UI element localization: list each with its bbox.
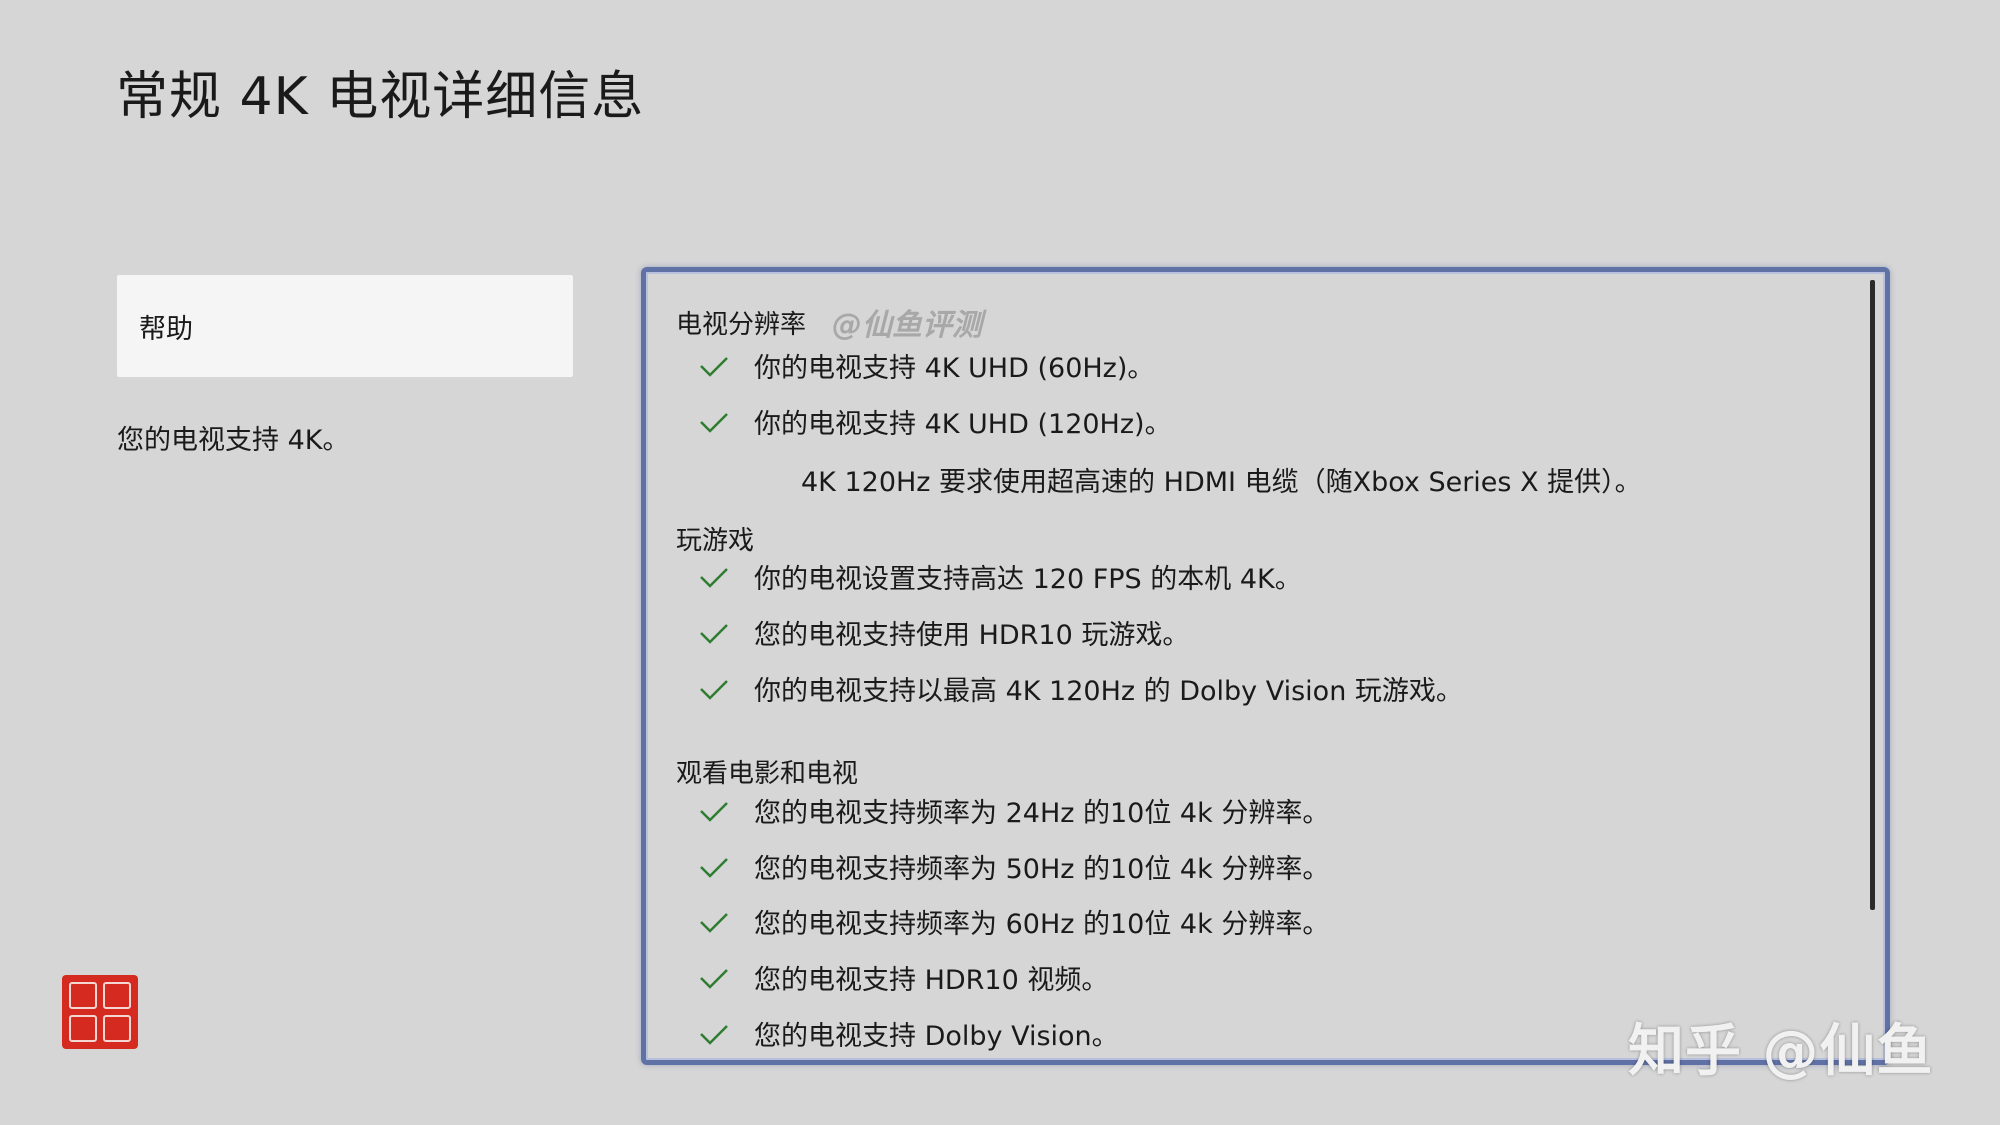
inline-watermark: @仙鱼评测 xyxy=(832,308,982,343)
list-item: 你的电视支持以最高 4K 120Hz 的 Dolby Vision 玩游戏。 xyxy=(698,668,1463,708)
list-item-text: 你的电视支持 4K UHD (120Hz)。 xyxy=(754,408,1172,440)
section-heading-resolution: 电视分辨率 xyxy=(676,310,807,340)
tv-details-panel[interactable]: 电视分辨率 @仙鱼评测 你的电视支持 4K UHD (60Hz)。 你的电视支持… xyxy=(641,267,1890,1065)
checkmark-icon xyxy=(700,568,728,588)
page-title: 常规 4K 电视详细信息 xyxy=(116,67,645,127)
list-item-text: 您的电视支持频率为 24Hz 的10位 4k 分辨率。 xyxy=(754,797,1330,829)
list-item-text: 你的电视支持 4K UHD (60Hz)。 xyxy=(754,352,1155,384)
settings-page: 常规 4K 电视详细信息 帮助 您的电视支持 4K。 电视分辨率 @仙鱼评测 你… xyxy=(0,0,2000,1125)
list-item-text: 您的电视支持频率为 60Hz 的10位 4k 分辨率。 xyxy=(754,908,1330,940)
section-heading-movies-tv: 观看电影和电视 xyxy=(676,759,859,789)
checkmark-icon xyxy=(700,802,728,822)
list-item-text: 你的电视支持以最高 4K 120Hz 的 Dolby Vision 玩游戏。 xyxy=(754,675,1463,707)
seal-stamp-logo xyxy=(62,975,138,1049)
list-item: 您的电视支持 HDR10 视频。 xyxy=(698,957,1108,997)
list-item-text: 您的电视支持 HDR10 视频。 xyxy=(754,964,1109,996)
list-item: 您的电视支持频率为 60Hz 的10位 4k 分辨率。 xyxy=(698,901,1329,941)
help-button-label: 帮助 xyxy=(139,313,193,345)
list-item: 您的电视支持 Dolby Vision。 xyxy=(698,1013,1119,1053)
list-item: 你的电视设置支持高达 120 FPS 的本机 4K。 xyxy=(698,556,1302,596)
list-item: 你的电视支持 4K UHD (60Hz)。 xyxy=(698,345,1154,385)
zhihu-watermark: 知乎 @仙鱼 xyxy=(1628,1019,1934,1084)
help-button[interactable]: 帮助 xyxy=(117,275,573,377)
panel-scrollbar[interactable] xyxy=(1870,280,1875,910)
list-item: 您的电视支持频率为 24Hz 的10位 4k 分辨率。 xyxy=(698,790,1329,830)
list-item: 你的电视支持 4K UHD (120Hz)。 xyxy=(698,401,1172,441)
checkmark-icon xyxy=(700,969,728,989)
list-item-text: 你的电视设置支持高达 120 FPS 的本机 4K。 xyxy=(754,563,1302,595)
checkmark-icon xyxy=(700,357,728,377)
tv-support-status: 您的电视支持 4K。 xyxy=(117,425,350,456)
list-item-text: 您的电视支持 Dolby Vision。 xyxy=(754,1020,1119,1052)
checkmark-icon xyxy=(700,624,728,644)
list-item: 您的电视支持使用 HDR10 玩游戏。 xyxy=(698,612,1189,652)
checkmark-icon xyxy=(700,413,728,433)
checkmark-icon xyxy=(700,1025,728,1045)
section-heading-gaming: 玩游戏 xyxy=(676,526,755,556)
checkmark-icon xyxy=(700,913,728,933)
checkmark-icon xyxy=(700,858,728,878)
list-item: 您的电视支持频率为 50Hz 的10位 4k 分辨率。 xyxy=(698,846,1329,886)
list-item-text: 您的电视支持频率为 50Hz 的10位 4k 分辨率。 xyxy=(754,853,1330,885)
hdmi-cable-note: 4K 120Hz 要求使用超高速的 HDMI 电缆（随Xbox Series X… xyxy=(801,467,1642,498)
list-item-text: 您的电视支持使用 HDR10 玩游戏。 xyxy=(754,619,1190,651)
checkmark-icon xyxy=(700,680,728,700)
